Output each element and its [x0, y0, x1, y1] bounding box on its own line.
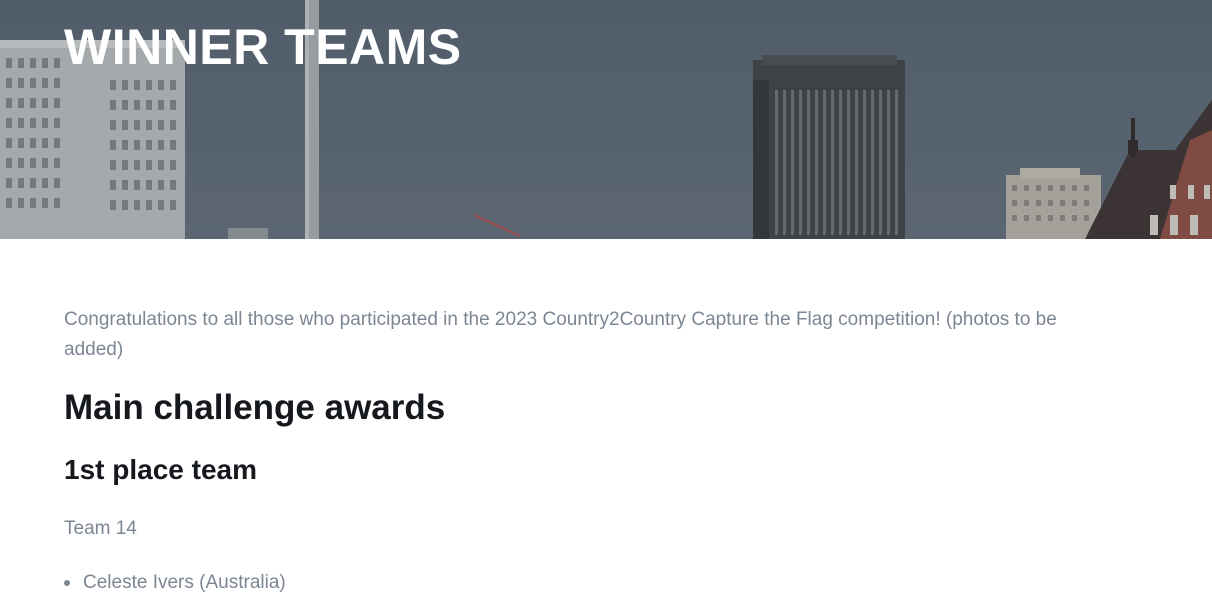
team-name: Team 14	[64, 517, 137, 539]
sub-heading-first-place: 1st place team	[64, 454, 257, 485]
list-item: Celeste Ivers (Australia)	[64, 569, 1148, 595]
section-heading-main-awards: Main challenge awards	[64, 388, 446, 427]
team-members-list: Celeste Ivers (Australia)	[64, 569, 1148, 595]
hero-banner: WINNER TEAMS	[0, 0, 1212, 239]
member-name: Celeste Ivers (Australia)	[83, 571, 286, 593]
intro-paragraph: Congratulations to all those who partici…	[64, 309, 1057, 360]
page-title: WINNER TEAMS	[64, 19, 462, 75]
main-content: Congratulations to all those who partici…	[0, 239, 1212, 595]
bullet-icon	[64, 579, 70, 586]
